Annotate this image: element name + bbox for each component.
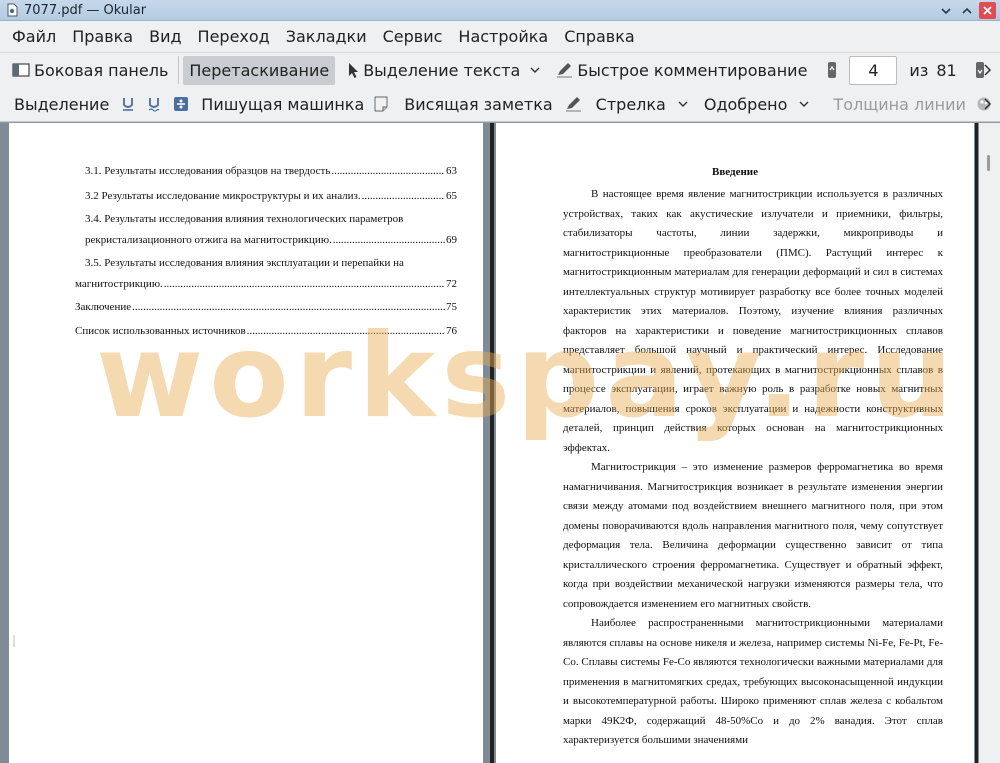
- maximize-icon[interactable]: [958, 2, 975, 19]
- previous-page-icon[interactable]: [827, 61, 837, 79]
- text-selection-tool-button[interactable]: Выделение текста: [341, 56, 550, 85]
- close-icon[interactable]: [979, 2, 996, 19]
- arrow-label: Стрелка: [595, 94, 666, 114]
- pen-icon: [556, 62, 573, 78]
- toc-entry[interactable]: магнитострикцию. .......................…: [75, 278, 457, 290]
- page-of-label: из: [909, 60, 929, 80]
- cursor-icon: [347, 62, 359, 79]
- strikeout-icon[interactable]: [173, 96, 189, 112]
- section-heading: Введение: [711, 166, 759, 178]
- page-total: 81: [936, 60, 957, 80]
- quick-annotations-button[interactable]: Быстрое комментирование: [550, 56, 813, 85]
- line-width-button[interactable]: Толщина линии: [827, 90, 972, 119]
- toc-entry[interactable]: 3.2 Результаты исследование микрострукту…: [85, 190, 457, 202]
- toc-entry[interactable]: 3.1. Результаты исследования образцов на…: [85, 165, 457, 177]
- main-toolbar: Боковая панель Перетаскивание Выделение …: [0, 52, 1000, 87]
- toc-entry-line: 3.4. Результаты исследования влияния тех…: [85, 213, 404, 225]
- stamp-label: Одобрено: [703, 94, 788, 114]
- highlight-tool-button[interactable]: Выделение: [8, 90, 115, 119]
- typewriter-tool-button[interactable]: Пишущая машинка: [195, 90, 370, 119]
- sidebar-toggle-button[interactable]: Боковая панель: [6, 56, 174, 85]
- toc-entry-line: 3.5. Результаты исследования влияния экс…: [85, 257, 404, 269]
- highlight-label: Выделение: [14, 94, 110, 114]
- toolbar-overflow-icon[interactable]: [982, 94, 992, 115]
- page-border: [975, 123, 978, 763]
- document-view[interactable]: 3.1. Результаты исследования образцов на…: [0, 123, 1000, 763]
- chevron-down-icon[interactable]: [530, 66, 540, 74]
- toolbar-overflow-icon[interactable]: [982, 60, 992, 81]
- note-icon[interactable]: [374, 96, 388, 112]
- okular-app-icon: [5, 3, 19, 17]
- sidebar-label: Боковая панель: [34, 60, 169, 80]
- toc-entry[interactable]: рекристализационного отжига на магнитост…: [85, 234, 457, 246]
- squiggly-icon[interactable]: [147, 96, 161, 112]
- page-number-input[interactable]: [849, 55, 898, 85]
- paragraph: Магнитострикция – это изменение размеров…: [563, 461, 943, 610]
- menu-tools[interactable]: Сервис: [375, 21, 451, 52]
- vertical-scrollbar[interactable]: [979, 123, 1000, 763]
- paragraph: Наиболее распространенными магнитострикц…: [563, 617, 943, 746]
- menu-view[interactable]: Вид: [141, 21, 189, 52]
- help-icon[interactable]: [937, 2, 954, 19]
- window-title: 7077.pdf — Okular: [24, 2, 147, 18]
- page-mark: [13, 635, 15, 647]
- menu-settings[interactable]: Настройка: [450, 21, 556, 52]
- annotation-toolbar: Выделение Пишущая машинка Висящая заметк…: [0, 87, 1000, 122]
- menu-bookmarks[interactable]: Закладки: [278, 21, 375, 52]
- page-3: 3.1. Результаты исследования образцов на…: [9, 123, 483, 763]
- scrollbar-thumb[interactable]: [987, 155, 990, 171]
- chevron-down-icon[interactable]: [799, 100, 809, 108]
- browse-tool-label: Перетаскивание: [189, 60, 330, 80]
- menu-bar: Файл Правка Вид Переход Закладки Сервис …: [0, 21, 1000, 52]
- popup-note-tool-button[interactable]: Висящая заметка: [398, 90, 558, 119]
- line-width-label: Толщина линии: [833, 94, 966, 114]
- body-text: В настоящее время явление магнитострикци…: [563, 185, 943, 751]
- marker-icon[interactable]: [565, 96, 582, 112]
- stamp-tool-button[interactable]: Одобрено: [698, 90, 820, 119]
- text-selection-label: Выделение текста: [363, 60, 521, 80]
- popup-note-label: Висящая заметка: [404, 94, 553, 114]
- typewriter-label: Пишущая машинка: [201, 94, 365, 114]
- browse-tool-button[interactable]: Перетаскивание: [183, 55, 336, 85]
- quick-annotations-label: Быстрое комментирование: [577, 60, 808, 80]
- paragraph: В настоящее время явление магнитострикци…: [563, 188, 943, 454]
- menu-edit[interactable]: Правка: [64, 21, 141, 52]
- page-4: Введение В настоящее время явление магни…: [496, 123, 974, 763]
- toc-entry[interactable]: Заключение .............................…: [75, 301, 457, 313]
- menu-file[interactable]: Файл: [4, 21, 64, 52]
- page-separator: [490, 123, 494, 763]
- underline-icon[interactable]: [121, 96, 135, 112]
- menu-go[interactable]: Переход: [190, 21, 278, 52]
- chevron-down-icon[interactable]: [678, 100, 688, 108]
- sidebar-icon: [12, 62, 30, 78]
- toc-entry[interactable]: Список использованных источников .......…: [75, 325, 457, 337]
- title-bar: 7077.pdf — Okular: [0, 0, 1000, 21]
- menu-help[interactable]: Справка: [556, 21, 643, 52]
- arrow-tool-button[interactable]: Стрелка: [590, 90, 698, 119]
- toolbar-separator: [178, 56, 180, 84]
